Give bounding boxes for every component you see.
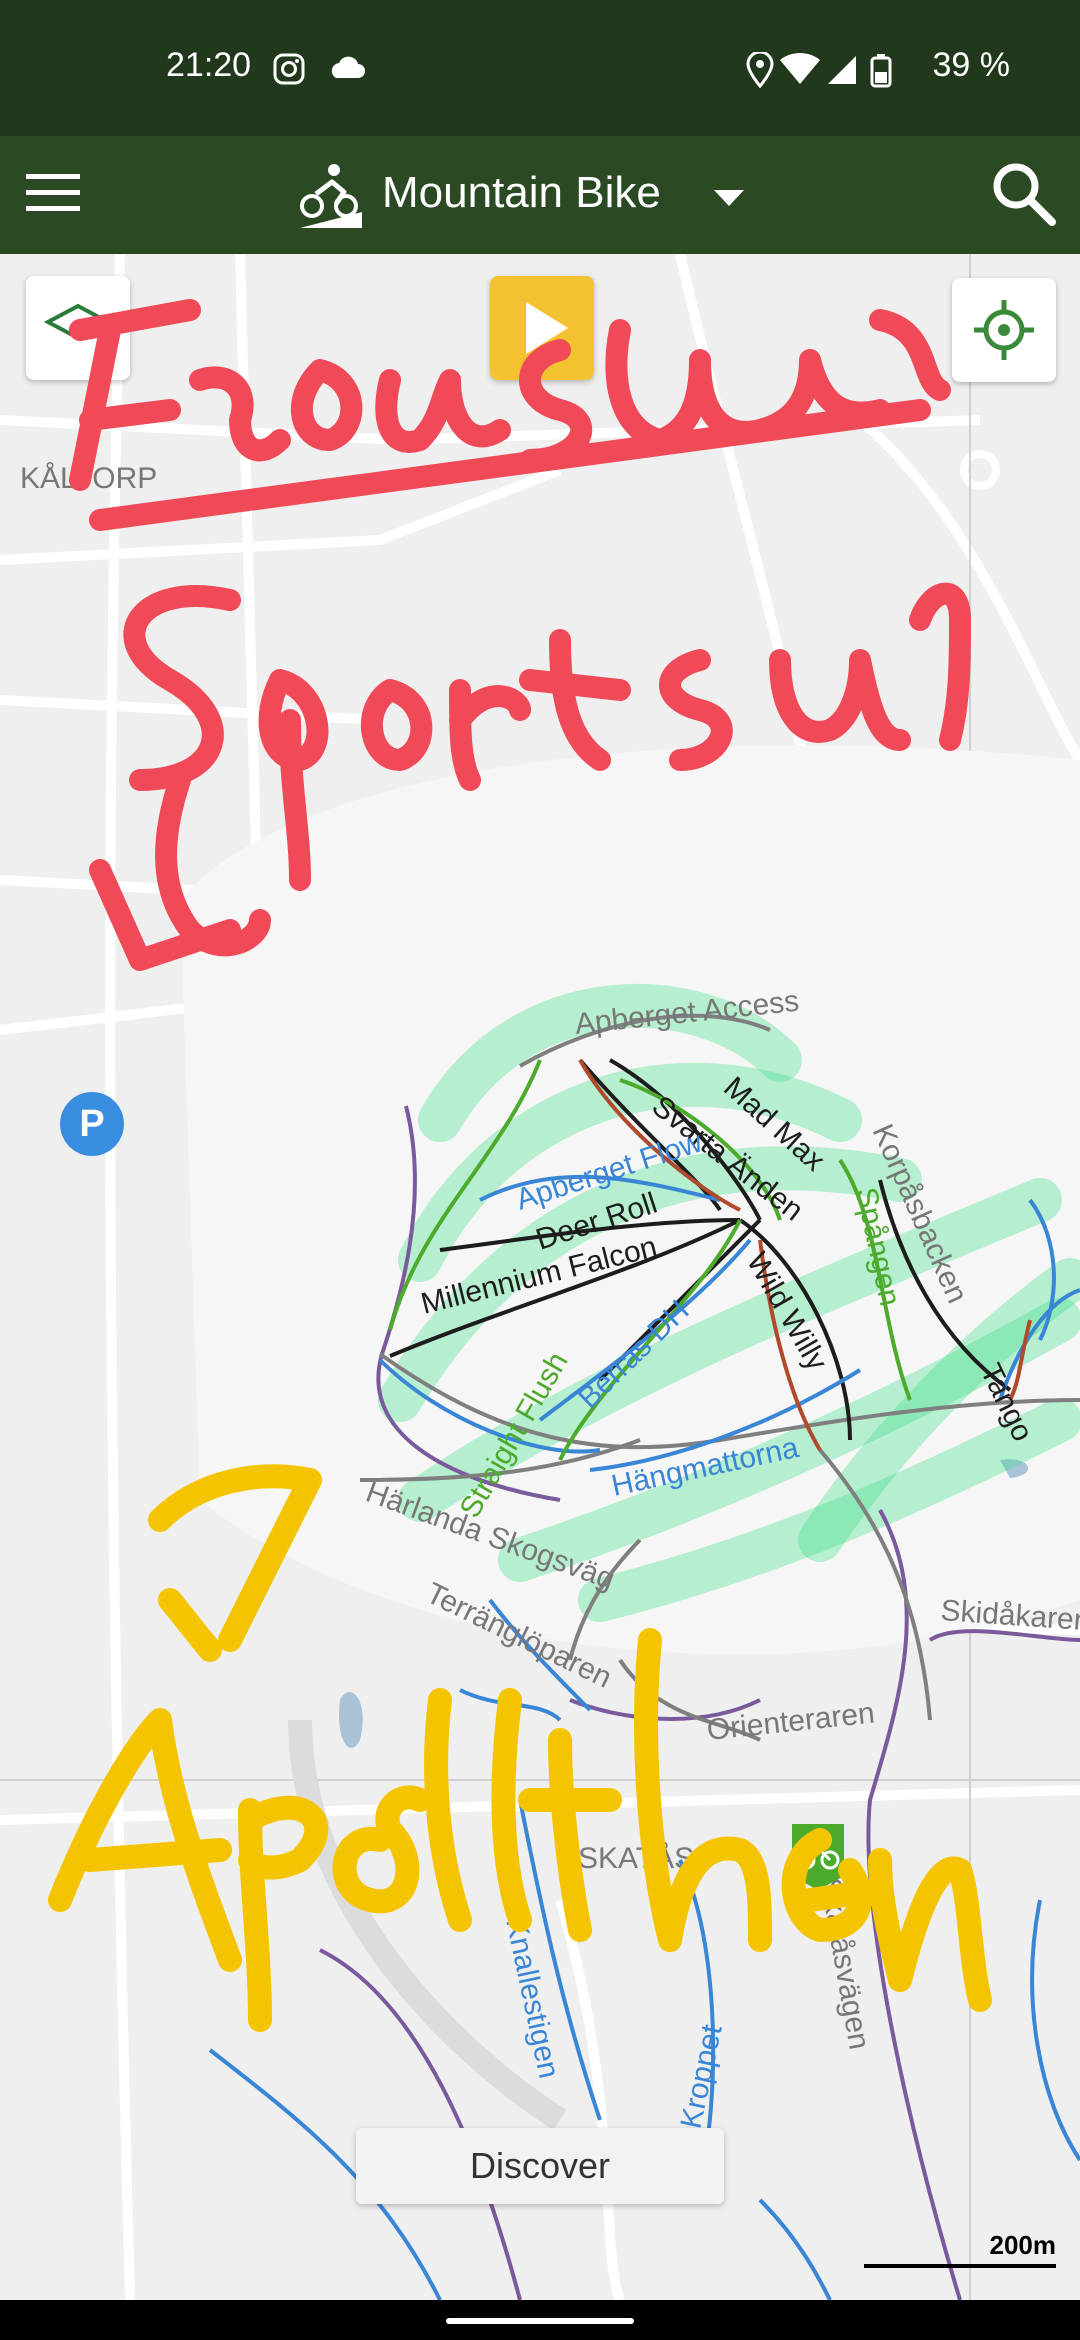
scale-label: 200m (989, 2230, 1057, 2260)
map-view[interactable]: KÅLTORP Apberget Access Svarta Änden Mad… (0, 254, 1080, 2300)
app-bar: Mountain Bike (0, 136, 1080, 254)
home-gesture-pill[interactable] (446, 2318, 634, 2324)
bike-trailhead-marker[interactable] (788, 1820, 848, 1892)
layers-icon (43, 303, 113, 341)
play-icon (526, 302, 568, 354)
search-icon[interactable] (988, 158, 1058, 228)
sport-selector[interactable]: Mountain Bike (382, 168, 661, 218)
discover-button[interactable]: Discover (356, 2128, 724, 2204)
cloud-icon (331, 56, 365, 78)
navigation-bar (0, 2300, 1080, 2340)
play-button[interactable] (490, 276, 594, 380)
signal-icon (828, 56, 856, 84)
menu-icon[interactable] (22, 162, 84, 224)
battery-percent: 39 % (932, 46, 1011, 84)
status-time: 21:20 (166, 46, 252, 84)
instagram-icon (273, 53, 305, 85)
location-icon (746, 52, 774, 88)
layers-button[interactable] (26, 276, 130, 380)
area-label-skatas: SKATÅS (578, 1842, 694, 1875)
crosshair-icon (974, 300, 1034, 360)
wifi-icon (780, 52, 820, 84)
battery-icon (870, 54, 892, 88)
scale-bar (864, 2264, 1056, 2268)
map-scale: 200m (864, 2230, 1056, 2270)
status-icons (746, 52, 892, 88)
area-label-kaltorp: KÅLTORP (20, 462, 157, 495)
mountain-bike-icon[interactable] (296, 160, 366, 230)
parking-marker[interactable]: P (60, 1092, 124, 1156)
status-bar: 21:20 39 % (0, 0, 1080, 136)
caret-down-icon[interactable] (712, 188, 746, 208)
locate-button[interactable] (952, 278, 1056, 382)
